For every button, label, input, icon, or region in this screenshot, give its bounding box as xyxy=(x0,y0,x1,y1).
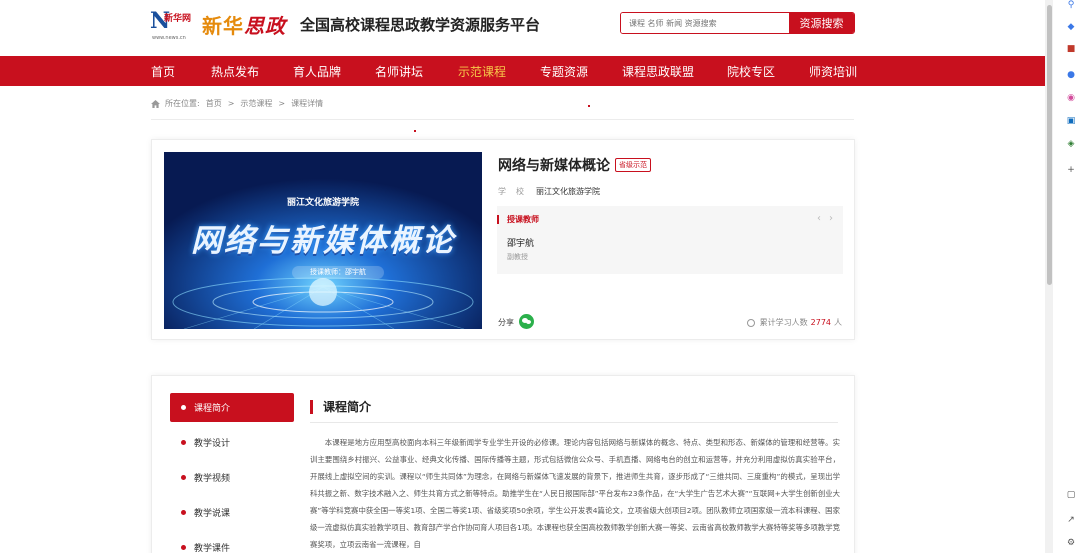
wechat-icon[interactable] xyxy=(519,314,534,329)
nav-item-education-brand[interactable]: 育人品牌 xyxy=(293,63,341,80)
logo-brand-part1: 新华 xyxy=(202,13,244,38)
breadcrumb-separator: > xyxy=(227,99,235,108)
scrollbar-thumb[interactable] xyxy=(1047,5,1052,285)
nav-item-teacher-training[interactable]: 师资培训 xyxy=(809,63,857,80)
teacher-carousel-controls: ‹ › xyxy=(809,213,833,224)
cover-school: 丽江文化旅游学院 xyxy=(286,198,359,208)
learner-count: 累计学习人数 2774 人 xyxy=(746,317,842,328)
site-title: 全国高校课程思政教学资源服务平台 xyxy=(300,16,541,34)
course-card: 丽江文化旅游学院 网络与新媒体概论 授课教师：邵宇航 网络与新媒体概论 省级示范… xyxy=(151,139,855,340)
teacher-title: 副教授 xyxy=(507,253,528,261)
cover-teacher: 授课教师：邵宇航 xyxy=(292,266,384,279)
people-icon[interactable]: ● xyxy=(1066,70,1076,80)
breadcrumb-course-detail: 课程详情 xyxy=(291,99,324,108)
breadcrumb-home[interactable]: 首页 xyxy=(206,98,222,109)
chevron-left-icon[interactable]: ‹ xyxy=(817,213,821,224)
detail-side-menu: 课程简介 教学设计 教学视频 教学说课 教学课件 xyxy=(170,393,294,553)
shopping-icon[interactable]: ◈ xyxy=(1066,139,1076,149)
logo-brand-part2: 思政 xyxy=(244,13,286,38)
side-item-intro[interactable]: 课程简介 xyxy=(170,393,294,422)
nav-item-course-alliance[interactable]: 课程思政联盟 xyxy=(622,63,694,80)
search-icon[interactable]: ⚲ xyxy=(1066,0,1076,10)
settings-icon[interactable]: ⚙ xyxy=(1066,538,1076,548)
tag-icon[interactable]: ◆ xyxy=(1066,22,1076,32)
breadcrumb-model-courses[interactable]: 示范课程 xyxy=(240,98,272,109)
search-input[interactable] xyxy=(621,13,789,33)
nav-item-famous-teachers[interactable]: 名师讲坛 xyxy=(375,63,423,80)
cover-title: 网络与新媒体概论 xyxy=(191,223,455,259)
add-icon[interactable]: + xyxy=(1066,165,1076,175)
logo-xhw: 新华网 xyxy=(164,14,192,24)
nav-item-college-zone[interactable]: 院校专区 xyxy=(727,63,775,80)
side-item-design[interactable]: 教学设计 xyxy=(170,425,294,460)
page: N 新华网 www.news.cn 新华思政 全国高校课程思政教学资源服务平台 … xyxy=(0,0,1080,553)
section-divider xyxy=(310,422,838,423)
learners-unit: 人 xyxy=(834,318,842,327)
nav-item-home[interactable]: 首页 xyxy=(151,63,175,80)
external-icon[interactable]: ↗ xyxy=(1066,515,1076,525)
course-title: 网络与新媒体概论 xyxy=(498,158,610,174)
main-nav: 首页 热点发布 育人品牌 名师讲坛 示范课程 专题资源 课程思政联盟 院校专区 … xyxy=(0,56,1045,86)
side-item-presentation[interactable]: 教学说课 xyxy=(170,495,294,530)
breadcrumb-separator: > xyxy=(278,99,286,108)
logo-url: www.news.cn xyxy=(152,35,186,41)
user-icon xyxy=(746,318,755,327)
course-detail-section: 课程简介 教学设计 教学视频 教学说课 教学课件 课程简介 本课程是地方应用型高… xyxy=(151,375,855,553)
school-label: 学校 xyxy=(498,187,534,196)
section-text: 本课程是地方应用型高校面向本科三年级新闻学专业学生开设的必修课。理论内容包括网络… xyxy=(310,438,840,549)
nav-item-topic-resources[interactable]: 专题资源 xyxy=(540,63,588,80)
logo-brand: 新华思政 xyxy=(202,10,286,39)
decorative-dot xyxy=(414,130,416,132)
site-logo[interactable]: N 新华网 www.news.cn 新华思政 xyxy=(150,8,286,41)
search-button[interactable]: 资源搜索 xyxy=(789,13,854,33)
side-item-courseware[interactable]: 教学课件 xyxy=(170,530,294,553)
decorative-dot xyxy=(588,105,590,107)
chevron-right-icon[interactable]: › xyxy=(829,213,833,224)
school-value[interactable]: 丽江文化旅游学院 xyxy=(536,186,600,197)
breadcrumb-divider xyxy=(151,119,854,120)
side-item-video[interactable]: 教学视频 xyxy=(170,460,294,495)
breadcrumb-prefix: 所在位置: xyxy=(165,99,200,108)
learners-label: 累计学习人数 xyxy=(759,318,808,327)
breadcrumb: 所在位置: 首页 > 示范课程 > 课程详情 xyxy=(151,98,329,109)
outlook-icon[interactable]: ▣ xyxy=(1066,116,1076,126)
feedback-icon[interactable]: ▢ xyxy=(1066,490,1076,500)
xinhua-logo-mark: N 新华网 www.news.cn xyxy=(150,8,196,41)
briefcase-icon[interactable]: ■ xyxy=(1066,44,1076,54)
home-icon xyxy=(151,99,160,108)
nav-item-hot-news[interactable]: 热点发布 xyxy=(211,63,259,80)
level-badge: 省级示范 xyxy=(615,158,651,172)
course-cover-image[interactable]: 丽江文化旅游学院 网络与新媒体概论 授课教师：邵宇航 xyxy=(164,152,482,329)
section-title: 课程简介 xyxy=(310,400,371,414)
share-label: 分享 xyxy=(498,318,514,327)
nav-item-model-courses[interactable]: 示范课程 xyxy=(458,63,506,80)
copilot-icon[interactable]: ◉ xyxy=(1066,93,1076,103)
learners-count: 2774 xyxy=(810,318,831,327)
teacher-box-title: 授课教师 xyxy=(497,215,539,224)
site-header: N 新华网 www.news.cn 新华思政 全国高校课程思政教学资源服务平台 … xyxy=(0,0,1045,56)
teacher-name[interactable]: 邵宇航 xyxy=(507,236,534,249)
search-bar: 资源搜索 xyxy=(620,12,855,34)
teacher-box: 授课教师 ‹ › 邵宇航 副教授 xyxy=(497,206,843,274)
